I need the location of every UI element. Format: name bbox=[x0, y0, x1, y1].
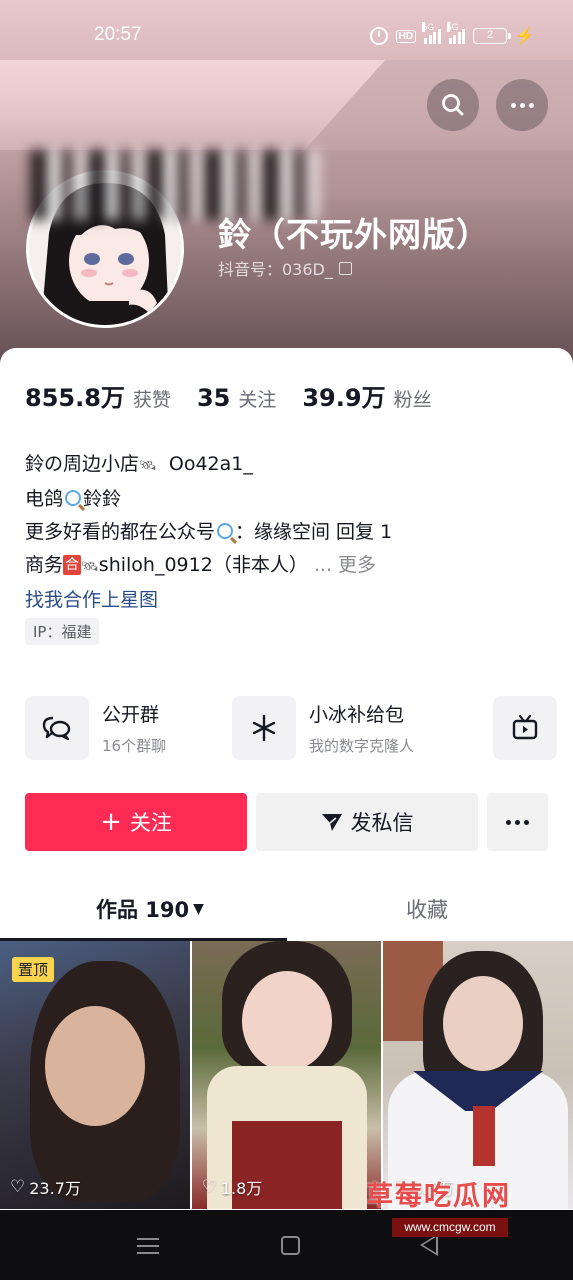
stat-followers[interactable]: 39.9万 粉丝 bbox=[302, 378, 431, 413]
satellite-icon: 🛰 bbox=[81, 559, 99, 575]
more-dots-icon bbox=[506, 819, 529, 825]
public-group-card[interactable]: 公开群 16个群聊 bbox=[25, 696, 166, 762]
feature-title: 公开群 bbox=[102, 704, 160, 726]
douyin-id[interactable]: 抖音号：036D_ bbox=[218, 256, 352, 280]
heart-icon: ♡ bbox=[10, 1177, 26, 1197]
signal-label-2: 5G bbox=[446, 22, 459, 32]
douyin-id-text: 抖音号：036D_ bbox=[218, 260, 333, 279]
battery-icon: 2 bbox=[473, 28, 512, 44]
send-icon bbox=[321, 814, 342, 831]
feature-title: 小冰补给包 bbox=[309, 704, 405, 726]
tv-icon bbox=[493, 696, 557, 760]
like-count-value: 23.7万 bbox=[29, 1179, 81, 1198]
star-map-link[interactable]: 找我合作上星图 bbox=[25, 584, 392, 617]
stat-following-value: 35 bbox=[196, 384, 231, 412]
video-grid: 置顶 ♡ 23.7万 ♡ 1.8万 ♡ 3.1万 bbox=[0, 941, 573, 1209]
video-thumbnail[interactable]: ♡ 1.8万 bbox=[191, 941, 382, 1209]
bio-text: shiloh_0912（非本人） bbox=[98, 554, 308, 576]
profile-card: 855.8万 获赞 35 关注 39.9万 粉丝 鈴の周边小店🛰 Oo42a1_… bbox=[0, 348, 573, 1280]
bio-text: 鈴の周边小店 bbox=[25, 453, 140, 475]
thumbnail-art bbox=[241, 971, 332, 1071]
tv-card[interactable] bbox=[493, 696, 557, 762]
status-bar: 20:57 HD 5G 5G 2 ⚡ bbox=[0, 0, 573, 72]
search-icon bbox=[442, 94, 464, 116]
bio-line-1: 鈴の周边小店🛰 Oo42a1_ bbox=[25, 448, 392, 483]
stat-following-label: 关注 bbox=[238, 389, 277, 411]
magnifier-icon bbox=[65, 490, 82, 506]
back-icon[interactable] bbox=[420, 1234, 438, 1256]
sparkle-icon bbox=[232, 696, 296, 760]
message-button[interactable]: 发私信 bbox=[256, 793, 478, 851]
xiaobing-card[interactable]: 小冰补给包 我的数字克隆人 bbox=[232, 696, 414, 762]
heart-icon: ♡ bbox=[201, 1177, 217, 1197]
caret-down-icon: ▼ bbox=[193, 901, 204, 917]
bio-ellipsis: ... bbox=[313, 554, 332, 576]
status-time: 20:57 bbox=[94, 24, 142, 45]
bio-text: 更多好看的都在公众号 bbox=[25, 521, 216, 543]
plus-icon: + bbox=[100, 807, 122, 837]
search-button[interactable] bbox=[427, 79, 479, 131]
cooperation-icon: 合 bbox=[63, 555, 82, 575]
bio-text: 电鸽 bbox=[25, 488, 64, 510]
recent-apps-icon[interactable] bbox=[137, 1238, 159, 1254]
bio-text: 商务 bbox=[25, 554, 64, 576]
ip-location-tag: IP：福建 bbox=[25, 618, 100, 645]
action-more-button[interactable] bbox=[487, 793, 548, 851]
watermark-title: 草莓吃瓜网 bbox=[366, 1181, 511, 1212]
thumbnail-art bbox=[443, 976, 524, 1071]
tab-works[interactable]: 作品 190 ▼ bbox=[96, 894, 204, 924]
group-chat-icon bbox=[25, 696, 89, 760]
bio-line-3: 更多好看的都在公众号 ：缘缘空间 回复 1 bbox=[25, 516, 392, 549]
message-label: 发私信 bbox=[350, 811, 414, 835]
satellite-icon: 🛰 bbox=[139, 458, 157, 474]
bio-text: Oo42a1_ bbox=[168, 453, 253, 475]
video-thumbnail[interactable]: ♡ 3.1万 bbox=[383, 941, 573, 1209]
stat-likes-value: 855.8万 bbox=[25, 384, 125, 412]
profile-nickname: 鈴（不玩外网版） bbox=[218, 215, 490, 254]
hd-icon: HD bbox=[395, 29, 417, 43]
thumbnail-art bbox=[45, 1006, 145, 1126]
bio-more-link[interactable]: 更多 bbox=[338, 554, 376, 576]
bio-text: ：缘缘空间 回复 1 bbox=[235, 521, 393, 543]
charging-icon: ⚡ bbox=[515, 28, 535, 45]
feature-subtitle: 我的数字克隆人 bbox=[309, 737, 415, 755]
stats-row: 855.8万 获赞 35 关注 39.9万 粉丝 bbox=[25, 378, 432, 413]
alarm-icon bbox=[369, 27, 388, 45]
stat-likes-label: 获赞 bbox=[132, 389, 171, 411]
stat-likes[interactable]: 855.8万 获赞 bbox=[25, 378, 171, 413]
bio-line-4: 商务合 🛰shiloh_0912（非本人） ... 更多 bbox=[25, 549, 392, 584]
copy-icon[interactable] bbox=[338, 261, 352, 275]
stat-followers-label: 粉丝 bbox=[393, 389, 432, 411]
thumbnail-art bbox=[473, 1106, 496, 1166]
signal-icon: 5G bbox=[422, 22, 441, 44]
more-options-button[interactable] bbox=[496, 79, 548, 131]
feature-subtitle: 16个群聊 bbox=[102, 737, 167, 755]
magnifier-icon bbox=[217, 523, 234, 539]
like-count: ♡ 1.8万 bbox=[202, 1175, 263, 1199]
profile-bio[interactable]: 鈴の周边小店🛰 Oo42a1_ 电鸽 鈴鈴 更多好看的都在公众号 ：缘缘空间 回复 … bbox=[25, 448, 392, 617]
like-count-value: 1.8万 bbox=[220, 1179, 263, 1198]
pinned-badge: 置顶 bbox=[12, 957, 55, 982]
watermark-url: www.cmcgw.com bbox=[392, 1218, 508, 1237]
like-count: ♡ 23.7万 bbox=[10, 1175, 81, 1199]
tab-favorites[interactable]: 收藏 bbox=[406, 894, 448, 924]
status-icons: HD 5G 5G 2 ⚡ bbox=[369, 22, 535, 46]
signal-icon-2: 5G bbox=[446, 22, 466, 44]
home-icon[interactable] bbox=[281, 1236, 300, 1255]
follow-button[interactable]: + 关注 bbox=[25, 793, 247, 851]
stat-following[interactable]: 35 关注 bbox=[197, 384, 276, 412]
bio-line-2: 电鸽 鈴鈴 bbox=[25, 483, 392, 516]
stat-followers-value: 39.9万 bbox=[302, 384, 386, 412]
follow-label: 关注 bbox=[129, 811, 172, 835]
more-dots-icon bbox=[510, 102, 534, 108]
signal-label: 5G bbox=[422, 22, 435, 32]
video-thumbnail[interactable]: 置顶 ♡ 23.7万 bbox=[0, 941, 190, 1209]
tab-works-label: 作品 190 bbox=[96, 898, 190, 922]
bio-text: 鈴鈴 bbox=[83, 488, 122, 510]
feature-cards: 公开群 16个群聊 小冰补给包 我的数字克隆人 bbox=[25, 696, 573, 762]
